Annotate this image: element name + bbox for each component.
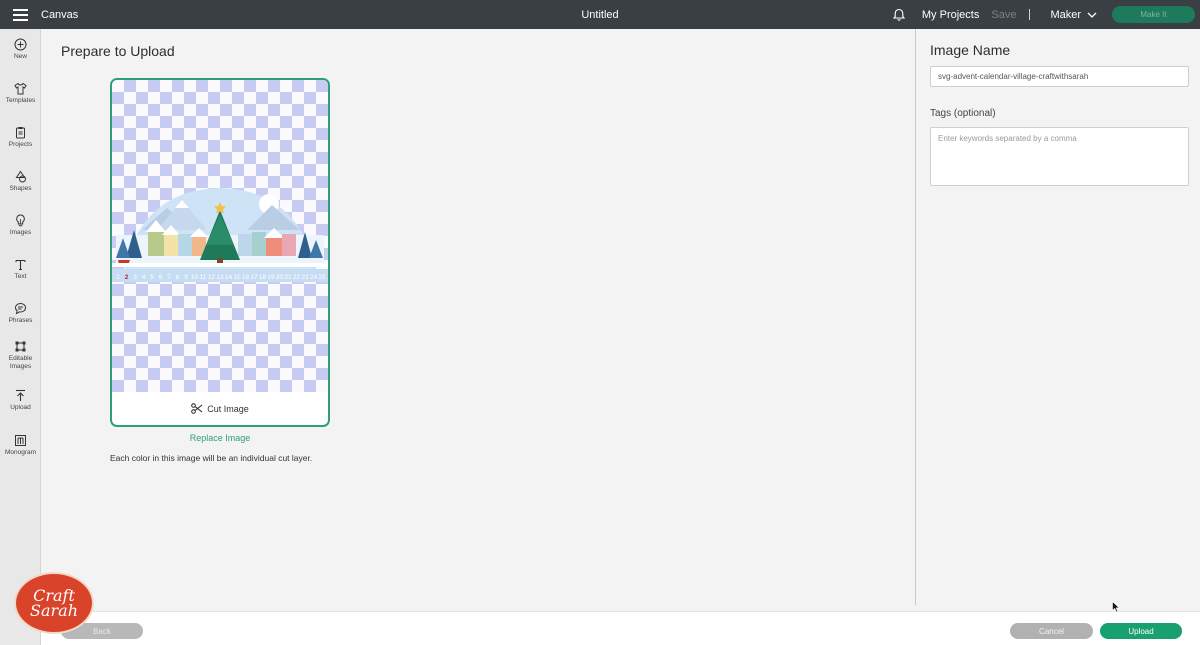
bottom-action-bar: Back Cancel Upload: [41, 611, 1200, 645]
sidebar-item-phrases[interactable]: Phrases: [0, 302, 41, 325]
shapes-icon: [15, 170, 26, 183]
sidebar-item-images[interactable]: Images: [0, 214, 41, 237]
mouse-cursor-icon: [1112, 601, 1120, 613]
calendar-number: 23: [301, 274, 309, 281]
clipboard-icon: [16, 127, 25, 139]
make-it-button[interactable]: Make It: [1112, 6, 1195, 23]
calendar-number: 10: [191, 274, 199, 281]
chevron-down-icon: [1087, 12, 1097, 18]
text-icon: [15, 259, 26, 271]
tags-input[interactable]: [930, 127, 1189, 186]
sidebar-item-label: Templates: [5, 97, 36, 104]
image-name-heading: Image Name: [930, 42, 1011, 58]
calendar-number: 6: [159, 274, 163, 281]
machine-label: Maker: [1050, 8, 1081, 21]
sidebar-item-label: Shapes: [9, 185, 32, 192]
sidebar-item-projects[interactable]: Projects: [0, 126, 41, 149]
sidebar-item-label: Phrases: [8, 317, 33, 324]
page-title: Prepare to Upload: [61, 43, 175, 59]
cut-image-label-row: Cut Image: [112, 392, 328, 425]
calendar-number: 9: [184, 274, 188, 281]
calendar-number: 25: [318, 274, 326, 281]
calendar-number: 12: [208, 274, 216, 281]
lightbulb-icon: [16, 214, 25, 227]
calendar-number: 19: [267, 274, 275, 281]
sidebar-item-label: Editable Images: [8, 355, 33, 370]
divider: [1029, 9, 1031, 20]
calendar-number: 4: [142, 274, 146, 281]
image-details-panel: Image Name Tags (optional): [915, 29, 1200, 605]
top-bar: Canvas Untitled My Projects Save Maker M…: [0, 0, 1200, 29]
sidebar-item-label: Images: [9, 229, 32, 236]
calendar-number: 18: [259, 274, 267, 281]
sidebar-item-label: Monogram: [4, 449, 37, 456]
calendar-number: 11: [200, 274, 207, 281]
logo-line-2: Sarah: [30, 601, 78, 620]
sidebar-item-templates[interactable]: Templates: [0, 82, 41, 105]
tags-label: Tags (optional): [930, 108, 996, 119]
my-projects-link[interactable]: My Projects: [922, 9, 979, 21]
calendar-number: 20: [276, 274, 284, 281]
image-preview-card[interactable]: 1 2 3 4 5 6 7 8 9 10 11 12 13 14 15 16 17 18 19 20 21 22 23 24 2…: [110, 78, 330, 427]
save-button[interactable]: Save: [991, 9, 1016, 21]
sidebar-item-upload[interactable]: Upload: [0, 389, 41, 412]
bell-icon[interactable]: [892, 8, 906, 22]
calendar-number: 16: [242, 274, 250, 281]
monogram-icon: [15, 435, 26, 446]
calendar-number: 24: [310, 274, 318, 281]
editable-image-icon: [15, 341, 26, 352]
sidebar-item-label: Text: [14, 273, 27, 280]
calendar-number: 17: [250, 274, 258, 281]
left-sidebar: New Templates Projects Shapes Images Tex…: [0, 29, 41, 645]
sidebar-item-shapes[interactable]: Shapes: [0, 170, 41, 193]
upload-button[interactable]: Upload: [1100, 623, 1182, 639]
calendar-number: 5: [150, 274, 154, 281]
machine-dropdown[interactable]: Maker: [1050, 9, 1097, 21]
plus-circle-icon: [14, 38, 27, 51]
craft-with-sarah-logo: Craft Sarah: [14, 572, 94, 634]
calendar-number: 3: [133, 274, 137, 281]
sidebar-item-label: Projects: [8, 141, 33, 148]
calendar-number: 21: [284, 274, 292, 281]
calendar-number: 13: [216, 274, 224, 281]
menu-icon[interactable]: [0, 0, 40, 29]
upload-icon: [16, 389, 25, 401]
calendar-number: 22: [293, 274, 301, 281]
calendar-number: 15: [233, 274, 241, 281]
sidebar-item-text[interactable]: Text: [0, 258, 41, 281]
speech-bubble-icon: [14, 302, 27, 315]
image-name-input[interactable]: [930, 66, 1189, 87]
sidebar-item-editable-images[interactable]: Editable Images: [0, 340, 41, 371]
app-title: Canvas: [41, 8, 79, 21]
sidebar-item-monogram[interactable]: Monogram: [0, 434, 41, 457]
calendar-number: 1: [116, 274, 120, 281]
calendar-number: 7: [167, 274, 171, 281]
document-title[interactable]: Untitled: [581, 9, 618, 21]
top-right-controls: My Projects Save Maker Make It: [892, 0, 1200, 29]
calendar-number: 8: [176, 274, 180, 281]
sidebar-item-label: New: [13, 53, 27, 60]
village-scene-image: 1 2 3 4 5 6 7 8 9 10 11 12 13 14 15 16 17 18 19 20 21 22 23 24 2…: [112, 188, 328, 282]
sidebar-item-new[interactable]: New: [0, 38, 41, 61]
calendar-number: 14: [225, 274, 233, 281]
replace-image-link[interactable]: Replace Image: [110, 433, 330, 443]
sidebar-item-label: Upload: [10, 404, 31, 411]
cut-layer-info-text: Each color in this image will be an indi…: [110, 453, 313, 463]
cancel-button[interactable]: Cancel: [1010, 623, 1093, 639]
scissors-icon: [191, 403, 203, 414]
shirt-icon: [14, 82, 27, 95]
cut-image-label: Cut Image: [207, 403, 249, 414]
calendar-number: 2: [125, 274, 129, 281]
